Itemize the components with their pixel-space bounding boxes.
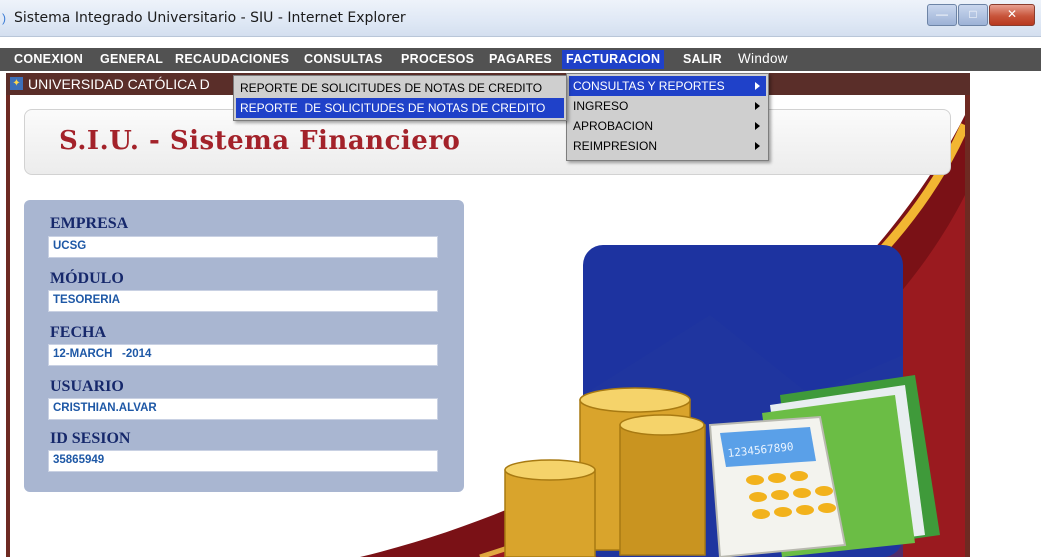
menu-general[interactable]: GENERAL: [100, 52, 163, 66]
menu-procesos[interactable]: PROCESOS: [401, 52, 474, 66]
maximize-button[interactable]: □: [958, 4, 988, 26]
usuario-field: CRISTHIAN.ALVAR: [48, 398, 438, 420]
submenu-arrow-icon: [755, 102, 760, 110]
consultas-reportes-label: CONSULTAS Y REPORTES: [573, 79, 725, 93]
reporte-label-1: REPORTE DE SOLICITUDES DE NOTAS DE CREDI…: [240, 81, 543, 95]
close-button[interactable]: ✕: [989, 4, 1035, 26]
reportes-submenu: REPORTE DE SOLICITUDES DE NOTAS DE CREDI…: [233, 75, 567, 121]
menu-recaudaciones[interactable]: RECAUDACIONES: [175, 52, 289, 66]
frame-title: UNIVERSIDAD CATÓLICA D: [28, 76, 210, 92]
window-controls: — □ ✕: [926, 4, 1035, 26]
fecha-value: 12-MARCH -2014: [53, 348, 152, 360]
menu-window[interactable]: Window: [738, 51, 788, 66]
submenu-arrow-icon: [755, 142, 760, 150]
minimize-icon: —: [936, 7, 948, 21]
menu-pagares[interactable]: PAGARES: [489, 52, 552, 66]
title-bar: ) Sistema Integrado Universitario - SIU …: [0, 0, 1041, 37]
coins-icon: [504, 387, 706, 557]
menu-item-consultas-reportes[interactable]: CONSULTAS Y REPORTES: [569, 76, 766, 96]
window-title: Sistema Integrado Universitario - SIU - …: [14, 10, 406, 26]
app-icon: ✦: [10, 77, 23, 90]
facturacion-dropdown: CONSULTAS Y REPORTES INGRESO APROBACION …: [566, 73, 769, 161]
menu-consultas[interactable]: CONSULTAS: [304, 52, 383, 66]
menu-item-reporte-solicitudes-2[interactable]: REPORTE DE SOLICITUDES DE NOTAS DE CREDI…: [236, 98, 564, 118]
empresa-field: UCSG: [48, 236, 438, 258]
main-content: 1234567890 S.I.U. - Sistema Financiero E…: [10, 95, 965, 557]
sesion-label: ID SESION: [50, 430, 131, 447]
aprobacion-label: APROBACION: [573, 119, 654, 133]
menu-bar: CONEXION GENERAL RECAUDACIONES CONSULTAS…: [0, 48, 1041, 71]
menu-item-reimpresion[interactable]: REIMPRESION: [569, 136, 766, 156]
submenu-arrow-icon: [755, 82, 760, 90]
ie-icon: ): [2, 11, 6, 25]
menu-item-aprobacion[interactable]: APROBACION: [569, 116, 766, 136]
sesion-value: 35865949: [53, 454, 105, 466]
fecha-field: 12-MARCH -2014: [48, 344, 438, 366]
menu-conexion[interactable]: CONEXION: [14, 52, 83, 66]
menu-item-ingreso[interactable]: INGRESO: [569, 96, 766, 116]
page-title: S.I.U. - Sistema Financiero: [59, 126, 461, 156]
usuario-value: CRISTHIAN.ALVAR: [53, 402, 157, 414]
menu-salir[interactable]: SALIR: [683, 52, 722, 66]
ingreso-label: INGRESO: [573, 99, 629, 113]
menu-item-reporte-solicitudes[interactable]: REPORTE DE SOLICITUDES DE NOTAS DE CREDI…: [236, 78, 564, 98]
modulo-field: TESORERIA: [48, 290, 438, 312]
sesion-field: 35865949: [48, 450, 438, 472]
submenu-arrow-icon: [755, 122, 760, 130]
calculator-icon: 1234567890: [708, 415, 847, 557]
empresa-label: EMPRESA: [50, 215, 129, 232]
session-info-panel: EMPRESA UCSG MÓDULO TESORERIA FECHA 12-M…: [24, 200, 464, 492]
modulo-value: TESORERIA: [53, 294, 121, 306]
usuario-label: USUARIO: [50, 378, 124, 395]
maximize-icon: □: [969, 7, 977, 21]
empresa-value: UCSG: [53, 240, 87, 252]
modulo-label: MÓDULO: [50, 270, 124, 287]
close-icon: ✕: [1006, 7, 1018, 21]
menu-facturacion[interactable]: FACTURACION: [562, 50, 665, 69]
reporte-label-2: REPORTE DE SOLICITUDES DE NOTAS DE CREDI…: [240, 101, 546, 115]
fecha-label: FECHA: [50, 324, 106, 341]
reimpresion-label: REIMPRESION: [573, 139, 658, 153]
minimize-button[interactable]: —: [927, 4, 957, 26]
